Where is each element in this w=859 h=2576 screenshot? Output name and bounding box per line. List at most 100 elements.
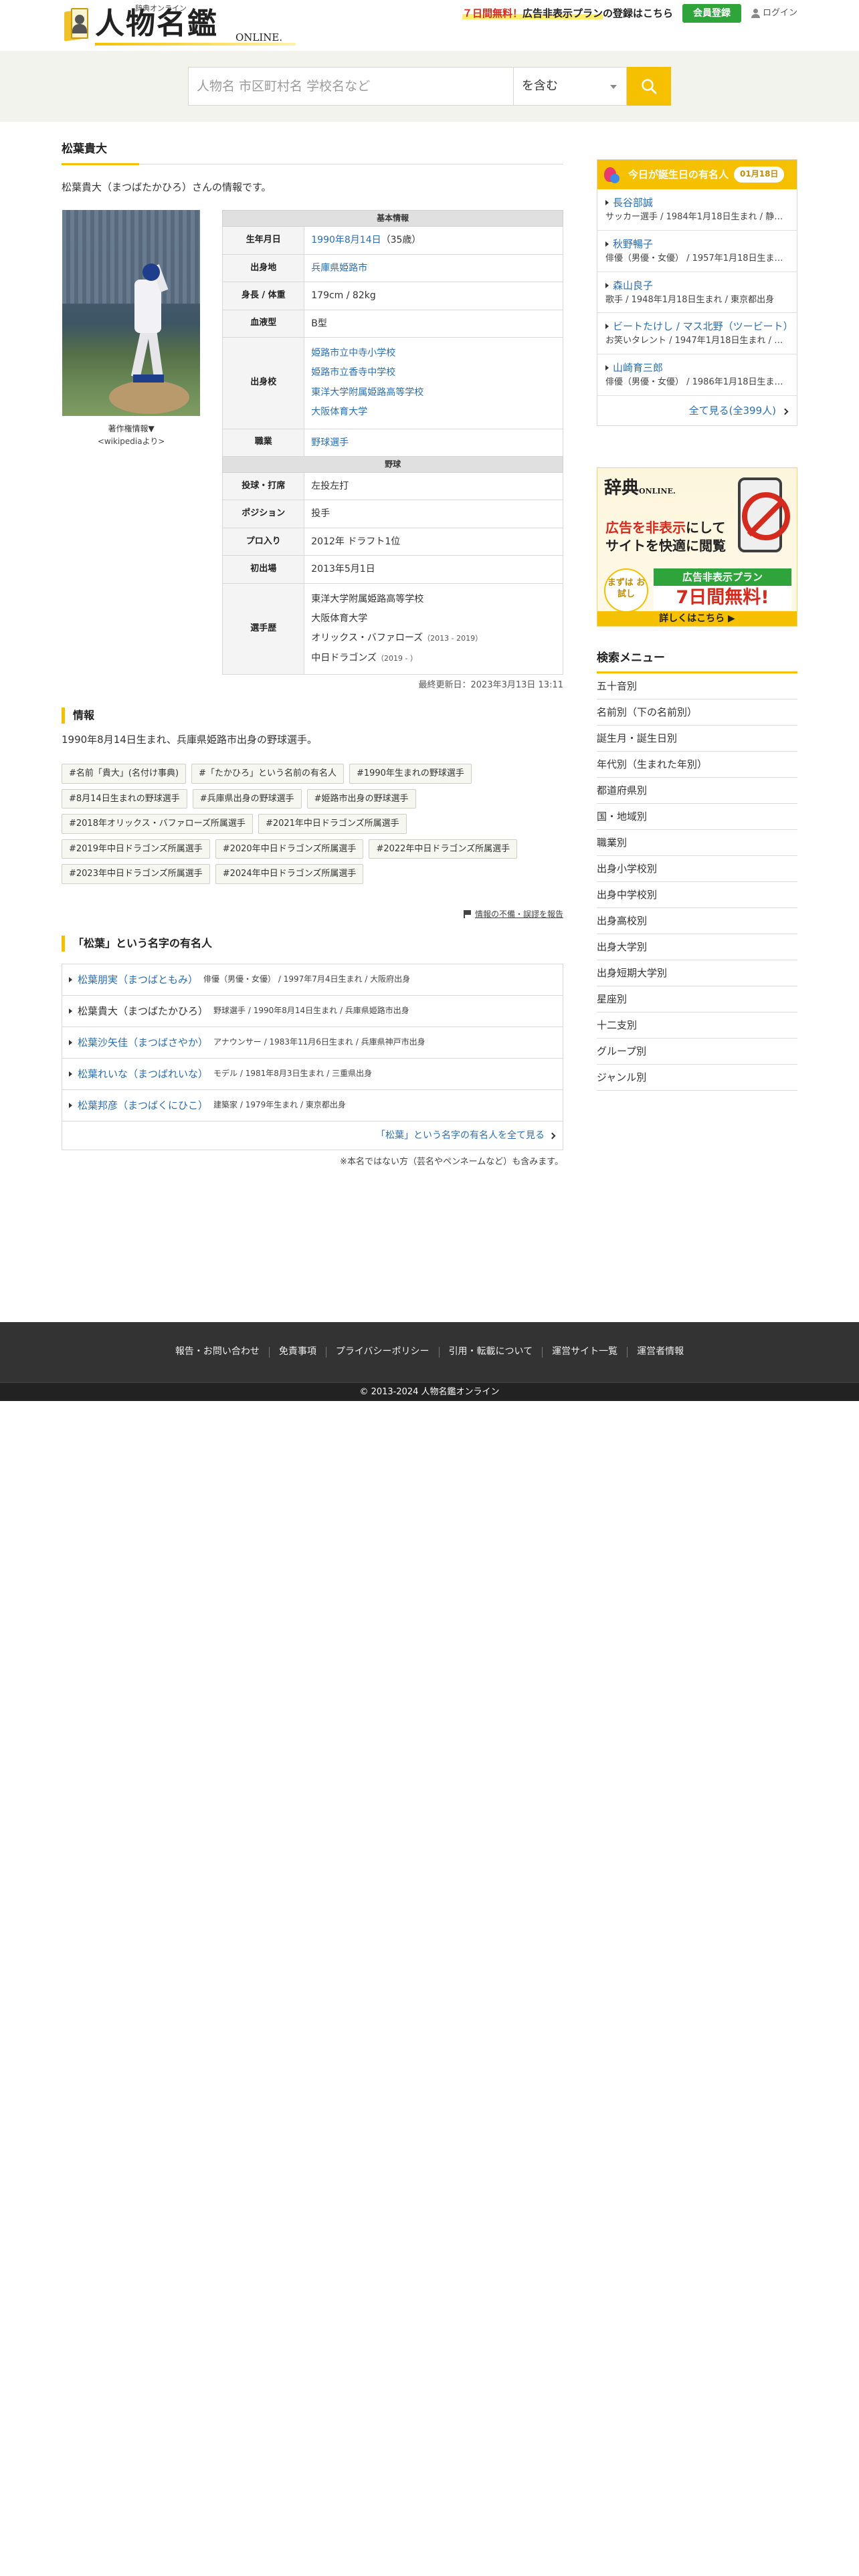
person-link[interactable]: 松葉朋実（まつばともみ） [78, 972, 198, 988]
person-photo [62, 210, 201, 417]
birthday-person-link[interactable]: 山崎育三郎 [605, 360, 789, 376]
baseball-header: 野球 [222, 455, 563, 473]
menu-item[interactable]: 出身短期大学別 [597, 960, 797, 987]
tag[interactable]: #名前「貴大」(名付け事典) [62, 764, 187, 784]
caret-right-icon [605, 324, 609, 330]
search-bar: を含む [0, 51, 859, 122]
footer-link-citation[interactable]: 引用・転載について [440, 1346, 543, 1358]
career-item: オリックス・バファローズ（2013 - 2019） [311, 633, 483, 644]
person-link[interactable]: 松葉れいな（まつばれいな） [78, 1066, 208, 1082]
footer-link-disclaimer[interactable]: 免責事項 [270, 1346, 326, 1358]
profile-table: 基本情報 生年月日 1990年8月14日（35歳） 出身地 兵庫県姫路市 身長 … [222, 210, 563, 675]
tag[interactable]: #2023年中日ドラゴンズ所属選手 [62, 864, 210, 884]
menu-item[interactable]: 出身小学校別 [597, 856, 797, 883]
chevron-right-icon [549, 1132, 556, 1140]
site-logo[interactable]: 辞典オンライン 人物名鑑 ONLINE. [62, 3, 296, 45]
caret-right-icon [605, 241, 609, 247]
site-footer: 報告・お問い合わせ 免責事項 プライバシーポリシー 引用・転載について 運営サイ… [0, 1322, 859, 1401]
menu-item[interactable]: 名前別（下の名前別） [597, 700, 797, 726]
height-label: 身長 / 体重 [222, 282, 305, 310]
birthplace-label: 出身地 [222, 253, 305, 283]
tag[interactable]: #2021年中日ドラゴンズ所属選手 [258, 814, 407, 834]
footer-link-privacy[interactable]: プライバシーポリシー [326, 1346, 440, 1358]
list-item: 松葉邦彦（まつばくにひこ） 建築家 / 1979年生まれ / 東京都出身 [62, 1090, 563, 1121]
birthday-person-link[interactable]: 秋野暢子 [605, 236, 789, 252]
chevron-right-icon [781, 408, 789, 415]
caret-right-icon [69, 1102, 72, 1108]
pro-label: プロ入り [222, 527, 305, 556]
tag[interactable]: #2024年中日ドラゴンズ所属選手 [215, 864, 364, 884]
person-link[interactable]: 松葉沙矢佳（まつばさやか） [78, 1035, 208, 1051]
tag[interactable]: #1990年生まれの野球選手 [349, 764, 472, 784]
menu-item[interactable]: 国・地域別 [597, 804, 797, 831]
caret-right-icon [605, 282, 609, 288]
tag[interactable]: #「たかひろ」という名前の有名人 [191, 764, 344, 784]
menu-item[interactable]: 出身大学別 [597, 934, 797, 961]
tag[interactable]: #兵庫県出身の野球選手 [192, 788, 302, 809]
logo-title: 人物名鑑 [95, 7, 218, 41]
school-link[interactable]: 姫路市立中寺小学校 [311, 344, 556, 363]
birthplace-link[interactable]: 兵庫県姫路市 [311, 263, 367, 274]
menu-item[interactable]: ジャンル別 [597, 1065, 797, 1091]
note-text: ※本名ではない方（芸名やペンネームなど）も含みます。 [340, 1157, 563, 1168]
menu-item[interactable]: 年代別（生まれた年別） [597, 752, 797, 778]
page-title: 松葉貴大 [62, 136, 563, 166]
tag[interactable]: #姫路市出身の野球選手 [306, 788, 416, 809]
career-label: 選手歴 [222, 582, 305, 675]
menu-item[interactable]: 十二支別 [597, 1012, 797, 1039]
report-error-link[interactable]: 情報の不備・誤謬を報告 [62, 908, 563, 921]
school-link[interactable]: 東洋大学附属姫路高等学校 [311, 383, 556, 403]
tag[interactable]: #2022年中日ドラゴンズ所属選手 [369, 839, 518, 859]
main-content: 松葉貴大 松葉貴大（まつばたかひろ）さんの情報です。 著作権情報▼ <wikip… [62, 136, 563, 1170]
birth-label: 生年月日 [222, 226, 305, 255]
search-input[interactable] [188, 67, 513, 106]
login-link[interactable]: ログイン [751, 7, 797, 21]
person-link[interactable]: 松葉邦彦（まつばくにひこ） [78, 1097, 208, 1113]
menu-item[interactable]: 都道府県別 [597, 778, 797, 804]
see-all-same-name-link[interactable]: 「松葉」という名字の有名人を全て見る [376, 1130, 556, 1141]
pro-value: 2012年 ドラフト1位 [304, 527, 563, 556]
menu-item[interactable]: 出身中学校別 [597, 882, 797, 909]
birthday-title: 今日が誕生日の有名人 [628, 169, 729, 181]
tag-list: #名前「貴大」(名付け事典) #「たかひろ」という名前の有名人 #1990年生ま… [62, 764, 557, 884]
see-all-birthdays-link[interactable]: 全て見る(全399人) [689, 405, 789, 417]
list-item: 松葉沙矢佳（まつばさやか） アナウンサー / 1983年11月6日生まれ / 兵… [62, 1027, 563, 1059]
job-link[interactable]: 野球選手 [311, 437, 349, 448]
debut-label: 初出場 [222, 555, 305, 584]
menu-item[interactable]: 職業別 [597, 830, 797, 857]
birth-date-link[interactable]: 1990年8月14日 [311, 235, 381, 245]
footer-nav: 報告・お問い合わせ 免責事項 プライバシーポリシー 引用・転載について 運営サイ… [0, 1322, 859, 1382]
blood-label: 血液型 [222, 309, 305, 338]
ad-free-plan-link[interactable]: ７日間無料！広告非表示プランの登録はこちら [462, 5, 673, 21]
tag[interactable]: #2018年オリックス・バファローズ所属選手 [62, 814, 253, 834]
menu-item[interactable]: 五十音別 [597, 673, 797, 700]
book-icon [62, 5, 91, 44]
balloon-icon [604, 167, 619, 183]
register-button[interactable]: 会員登録 [682, 4, 741, 23]
search-mode-select[interactable]: を含む [513, 67, 627, 106]
search-icon [642, 79, 657, 94]
school-link[interactable]: 大阪体育大学 [311, 403, 556, 422]
height-value: 179cm / 82kg [304, 282, 563, 310]
menu-item[interactable]: 星座別 [597, 986, 797, 1013]
tag[interactable]: #2019年中日ドラゴンズ所属選手 [62, 839, 210, 859]
tag[interactable]: #2020年中日ドラゴンズ所属選手 [215, 839, 364, 859]
birthday-person-link[interactable]: 長谷部誠 [605, 195, 789, 211]
ad-free-banner[interactable]: 辞典ONLINE. 広告を非表示にして サイトを快適に閲覧 まずは お試し 広告… [597, 467, 797, 627]
plan-label: 広告非表示プラン [654, 568, 791, 586]
footer-link-operator[interactable]: 運営者情報 [628, 1346, 693, 1357]
bat-value: 左投左打 [304, 472, 563, 501]
footer-link-sites[interactable]: 運営サイト一覧 [543, 1346, 628, 1358]
birthday-person-link[interactable]: 森山良子 [605, 278, 789, 294]
tag[interactable]: #8月14日生まれの野球選手 [62, 788, 187, 809]
footer-link-contact[interactable]: 報告・お問い合わせ [166, 1346, 270, 1358]
menu-item[interactable]: 出身高校別 [597, 908, 797, 935]
menu-item[interactable]: 誕生月・誕生日別 [597, 726, 797, 752]
school-link[interactable]: 姫路市立香寺中学校 [311, 363, 556, 383]
menu-item[interactable]: グループ別 [597, 1039, 797, 1065]
birthday-person-link[interactable]: ビートたけし / マス北野（ツービート） [605, 318, 793, 334]
career-item: 中日ドラゴンズ（2019 - ） [311, 652, 417, 663]
search-button[interactable] [627, 67, 671, 106]
copyright-toggle[interactable]: 著作権情報▼ [62, 423, 201, 435]
info-heading: 情報 [62, 708, 563, 724]
